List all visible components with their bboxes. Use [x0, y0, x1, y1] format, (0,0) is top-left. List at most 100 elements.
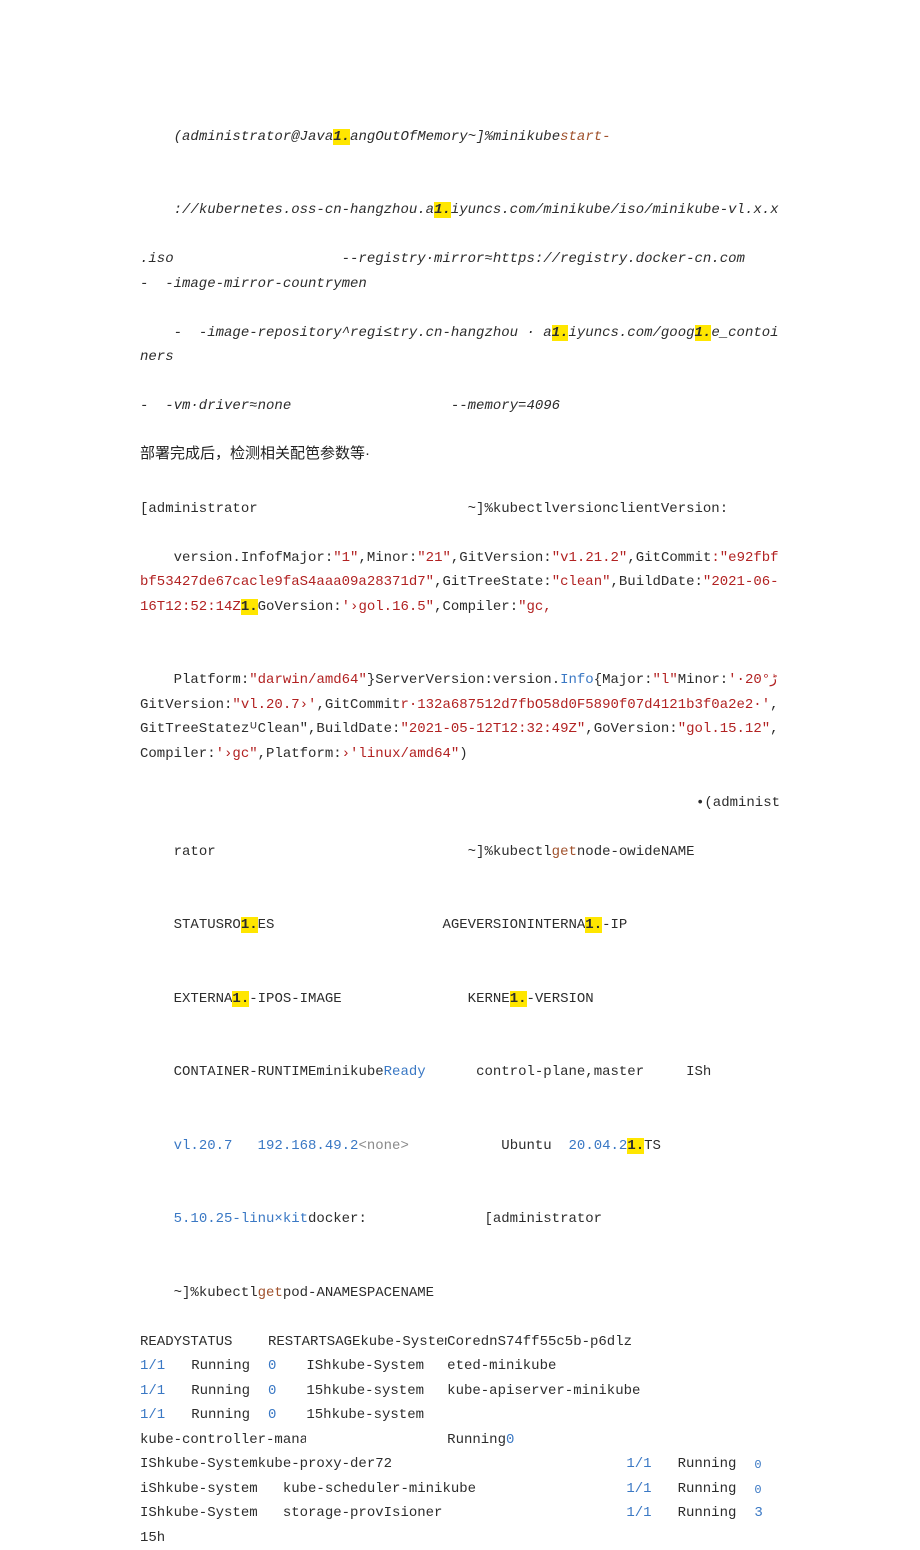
- text: -vl.x.x: [720, 202, 779, 218]
- text: node-owideNAME: [577, 844, 695, 860]
- value: 5.10.25-linu×kit: [174, 1211, 308, 1227]
- status: Running: [191, 1403, 268, 1428]
- status: Ready: [384, 1064, 426, 1080]
- highlight: 1.: [510, 991, 527, 1007]
- highlight: 1.: [434, 202, 451, 218]
- table-row: IShkube-System storage-provIsioner 1/1 R…: [140, 1501, 780, 1526]
- text: -hangzhou.a: [342, 202, 434, 218]
- string: '›gol.16.5": [342, 599, 434, 615]
- name: kube-apiserver-minikube: [447, 1379, 754, 1404]
- table-row: IShkube-Systemkube-proxy-der72 1/1 Runni…: [140, 1452, 780, 1477]
- out-line-right: •(administ: [140, 791, 780, 816]
- text: ,Minor:: [358, 550, 417, 566]
- value: vl.20.7 192.168.49.2: [174, 1138, 359, 1154]
- text: [administrator: [367, 1211, 602, 1227]
- highlight: 1.: [552, 325, 569, 341]
- string: "darwin/amd64": [249, 672, 367, 688]
- table-row: 1/1 Running 0 15hkube-system: [140, 1403, 780, 1428]
- cmd-line-3: .iso --registry·mirror≈https://registry.…: [140, 247, 780, 272]
- out-line: 5.10.25-linu×kitdocker: [administrator: [140, 1183, 780, 1257]
- text: control-plane,master ISh: [426, 1064, 712, 1080]
- text: ,BuildDate:: [611, 574, 703, 590]
- out-line: STATUSRO1.ES AGEVERSIONINTERNA1.-IP: [140, 889, 780, 963]
- text: }ServerVersion:version.: [367, 672, 560, 688]
- text: angOutOfMemory~]%minikube: [350, 129, 560, 145]
- ready: 1/1: [140, 1403, 191, 1428]
- col-header: CorednS74ff55c5b-p6dlz: [447, 1330, 754, 1355]
- text: .oss-cn: [283, 202, 342, 218]
- text: TS: [644, 1138, 661, 1154]
- restarts: 0: [754, 1480, 780, 1505]
- table-row: 1/1 Running 0 15hkube-system kube-apiser…: [140, 1379, 780, 1404]
- out-line: CONTAINER-RUNTIMEminikubeReady control-p…: [140, 1036, 780, 1110]
- string: "l": [653, 672, 678, 688]
- text: {Major:: [594, 672, 653, 688]
- col-header: READYSTATUS: [140, 1330, 268, 1355]
- text: (administrator@Java: [174, 129, 334, 145]
- out-line: 15h: [140, 1526, 780, 1550]
- text: iyuncs.com/minikube/iso/minikube: [451, 202, 720, 218]
- name: kube-controller-manager-minikube1/1: [140, 1428, 306, 1453]
- keyword: get: [258, 1285, 283, 1301]
- out-line: ~]%kubectlgetpod-ANAMESPACENAME: [140, 1256, 780, 1330]
- status: Running: [678, 1452, 755, 1477]
- cmd-line-6: - -vm·driver≈none --memory=4096: [140, 394, 780, 419]
- text: ,Compiler:: [434, 599, 518, 615]
- name: iShkube-system kube-scheduler-minikube: [140, 1477, 626, 1502]
- text: Minor:: [678, 672, 728, 688]
- out-line: rator ~]%kubectlgetnode-owideNAME: [140, 815, 780, 889]
- text: CONTAINER-RUNTIMEminikube: [174, 1064, 384, 1080]
- status: Running: [191, 1354, 268, 1379]
- out-line: Platform:"darwin/amd64"}ServerVersion:ve…: [140, 644, 780, 791]
- text: Ubuntu: [409, 1138, 569, 1154]
- text: -VERSION: [527, 991, 594, 1007]
- command-block-start: (administrator@Java 1. angOutOfMemory~]%mi…: [140, 100, 780, 419]
- kubectl-output: [administrator ~]%kubectlversionclientVe…: [140, 497, 780, 1550]
- text: -IPOS-IMAGE KERNE: [249, 991, 509, 1007]
- string: ›'linux/amd64": [342, 746, 460, 762]
- string: "v1.21.2": [552, 550, 628, 566]
- string: '›gc": [216, 746, 258, 762]
- table-row: 1/1 Running 0 IShkube-System eted-miniku…: [140, 1354, 780, 1379]
- text: ://kubernetes: [174, 202, 283, 218]
- table-row: kube-controller-manager-minikube1/1 Runn…: [140, 1428, 780, 1453]
- string: "1": [333, 550, 358, 566]
- string: "2021-05-12T12:32:49Z": [400, 721, 585, 737]
- name: [447, 1403, 626, 1428]
- text: ,GitTreeState:: [434, 574, 552, 590]
- text: rator ~]%kubectl: [174, 844, 552, 860]
- ready: 1/1: [626, 1501, 677, 1526]
- ns: 15hkube-system: [306, 1379, 447, 1404]
- string: "21": [417, 550, 451, 566]
- cmd-line-2: ://kubernetes.oss-cn-hangzhou.a1.iyuncs.…: [140, 174, 780, 248]
- highlight: 1.: [241, 917, 258, 933]
- highlight: 1.: [627, 1138, 644, 1154]
- restarts: 0: [268, 1354, 306, 1379]
- section-heading: 部署完成后，检测相关配笆参数等·: [140, 441, 780, 467]
- text: ~]%kubectl: [174, 1285, 258, 1301]
- highlight: 1.: [241, 599, 258, 615]
- status: Running0: [447, 1428, 626, 1453]
- text: ,Platform:: [258, 746, 342, 762]
- text: Platform:: [174, 672, 250, 688]
- highlight: 1.: [585, 917, 602, 933]
- string: "clean": [552, 574, 611, 590]
- ns: IShkube-System: [306, 1354, 447, 1379]
- string: '·20°ڑ: [728, 672, 777, 688]
- ready: 1/1: [626, 1452, 677, 1477]
- string: "gol.15.12": [678, 721, 770, 737]
- col-header: RESTARTSAGEkube-System: [268, 1330, 447, 1355]
- status: Running: [191, 1379, 268, 1404]
- keyword: Info: [560, 672, 594, 688]
- none: <none>: [358, 1138, 408, 1154]
- text: -IP: [602, 917, 627, 933]
- cmd-line-1: (administrator@Java1.angOutOfMemory~]%mi…: [140, 100, 780, 174]
- text: EXTERNA: [174, 991, 233, 1007]
- keyword: get: [552, 844, 577, 860]
- text: - -image-repository^regi≤try.cn-hangzhou…: [174, 325, 552, 341]
- cmd-line-4: - -image-mirror-countrymen: [140, 272, 780, 297]
- text: ,GitCommit: [627, 550, 711, 566]
- restarts: 3: [754, 1501, 780, 1526]
- value: 20.04.2: [569, 1138, 628, 1154]
- name: eted-minikube: [447, 1354, 626, 1379]
